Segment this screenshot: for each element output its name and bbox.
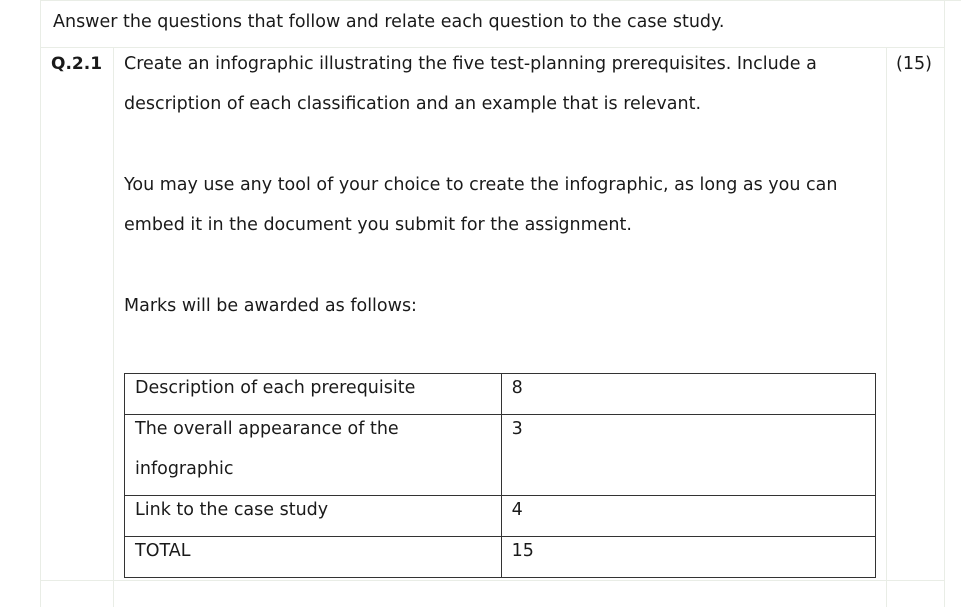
grid-line — [40, 47, 945, 48]
marks-cell: 8 — [500, 373, 877, 415]
question-text-line: description of each classification and a… — [124, 94, 702, 114]
criterion-cell: The overall appearance of the infographi… — [124, 414, 502, 496]
grid-line — [944, 0, 945, 607]
criterion-text-line: infographic — [135, 459, 234, 479]
total-marks-cell: 15 — [500, 536, 877, 578]
grid-line — [113, 47, 114, 607]
instructions-text: Answer the questions that follow and rel… — [53, 12, 725, 32]
criterion-text-line: The overall appearance of the — [135, 419, 399, 439]
total-label-cell: TOTAL — [124, 536, 502, 578]
table-row: Description of each prerequisite 8 — [124, 373, 877, 415]
grid-line — [40, 0, 961, 1]
question-text-line: Create an infographic illustrating the f… — [124, 54, 817, 74]
table-row: TOTAL 15 — [124, 536, 877, 578]
grid-line — [886, 47, 887, 607]
grid-line — [40, 580, 945, 581]
marks-value: 3 — [511, 419, 523, 439]
marks-intro-text: Marks will be awarded as follows: — [124, 296, 417, 316]
table-row: Link to the case study 4 — [124, 495, 877, 537]
question-number: Q.2.1 — [51, 54, 103, 74]
grid-line — [40, 0, 41, 607]
criterion-cell: Description of each prerequisite — [124, 373, 502, 415]
marks-cell: 4 — [500, 495, 877, 537]
marks-cell: 3 — [500, 414, 877, 496]
question-text-line: You may use any tool of your choice to c… — [124, 175, 838, 195]
document-page: Answer the questions that follow and rel… — [0, 0, 961, 607]
marks-table: Description of each prerequisite 8 The o… — [124, 373, 877, 578]
criterion-cell: Link to the case study — [124, 495, 502, 537]
question-marks: (15) — [896, 54, 932, 74]
table-row: The overall appearance of the infographi… — [124, 414, 877, 496]
question-text-line: embed it in the document you submit for … — [124, 215, 632, 235]
